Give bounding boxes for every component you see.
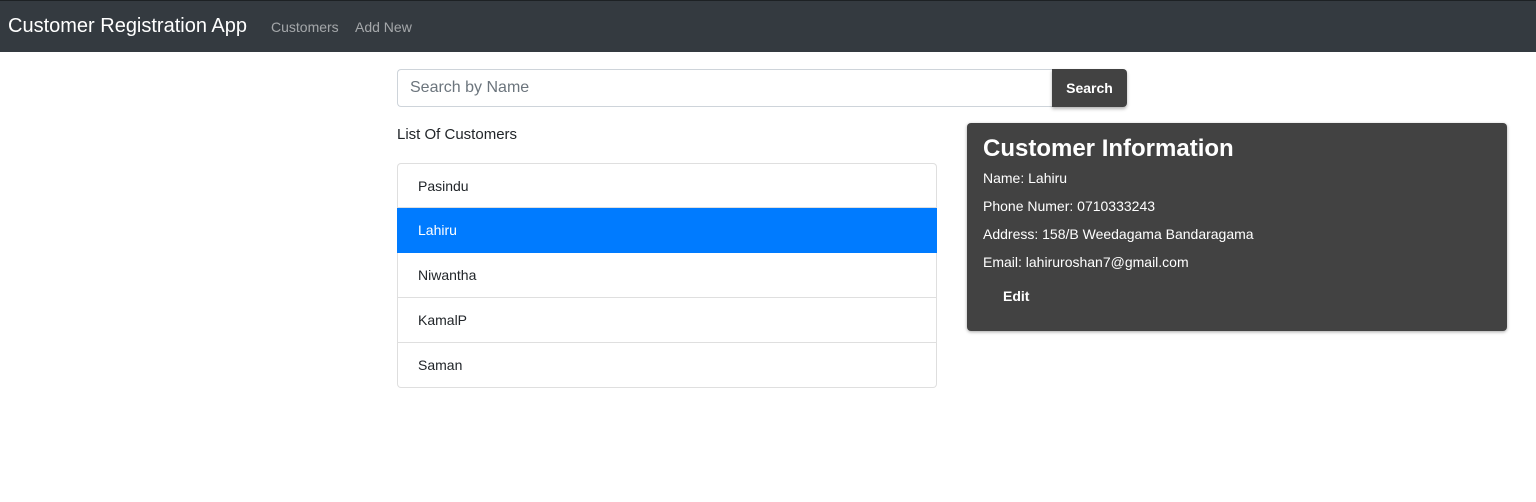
- info-phone: Phone Numer: 0710333243: [983, 198, 1156, 214]
- app-brand[interactable]: Customer Registration App: [8, 14, 247, 38]
- customer-list: Pasindu Lahiru Niwantha KamalP Saman: [397, 163, 937, 388]
- edit-button[interactable]: Edit: [983, 284, 1049, 308]
- list-heading: List Of Customers: [397, 126, 518, 143]
- search-input[interactable]: [397, 69, 1053, 107]
- top-navbar: Customer Registration App Customers Add …: [0, 0, 1536, 52]
- nav-link-add-new[interactable]: Add New: [355, 18, 412, 36]
- info-name: Name: Lahiru: [983, 170, 1068, 186]
- search-button[interactable]: Search: [1052, 69, 1127, 107]
- info-title: Customer Information: [983, 135, 1234, 162]
- customer-list-item[interactable]: KamalP: [397, 298, 937, 343]
- customer-info-card: Customer Information Name: Lahiru Phone …: [967, 123, 1507, 331]
- customer-list-item-selected[interactable]: Lahiru: [397, 208, 937, 253]
- info-email: Email: lahiruroshan7@gmail.com: [983, 254, 1189, 270]
- customer-list-item[interactable]: Saman: [397, 343, 937, 388]
- nav-link-customers[interactable]: Customers: [271, 18, 339, 36]
- info-address: Address: 158/B Weedagama Bandaragama: [983, 226, 1254, 242]
- customer-list-item[interactable]: Niwantha: [397, 253, 937, 298]
- customer-list-item[interactable]: Pasindu: [397, 163, 937, 208]
